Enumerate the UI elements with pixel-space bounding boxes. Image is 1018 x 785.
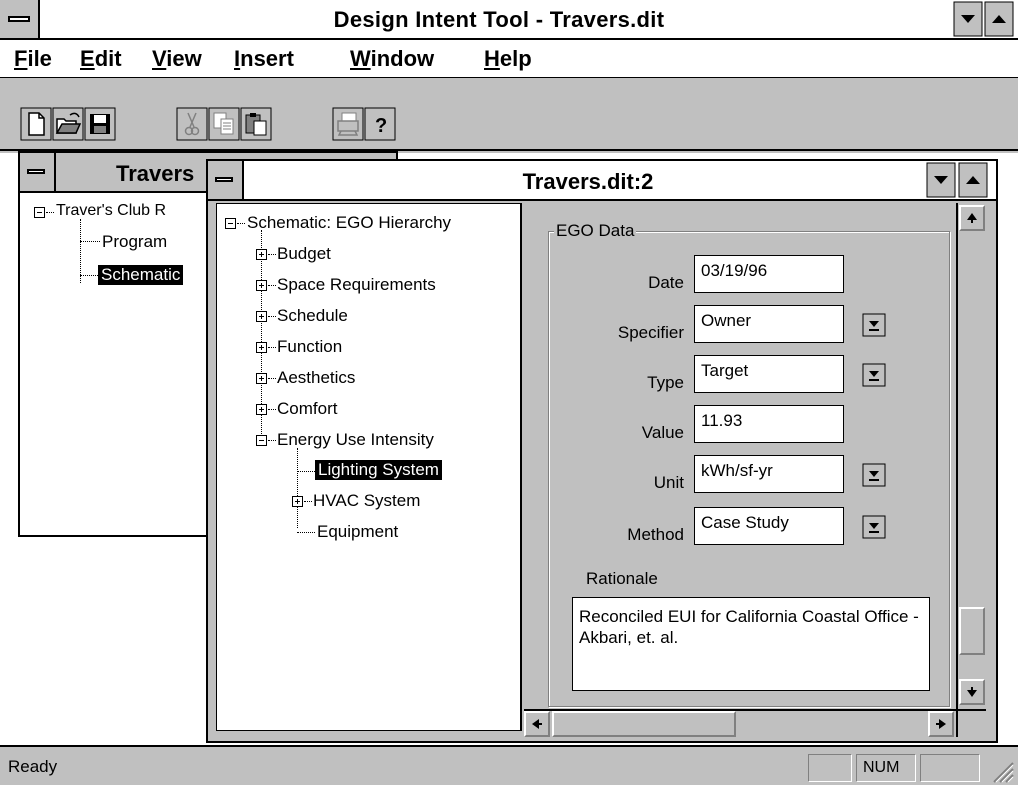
expand-icon[interactable] xyxy=(256,249,267,260)
scroll-up-icon[interactable] xyxy=(959,205,985,231)
tree-item-lighting-system-selected[interactable]: Lighting System xyxy=(315,460,442,480)
scroll-down-icon[interactable] xyxy=(959,679,985,705)
size-grip-icon[interactable] xyxy=(986,755,1014,783)
ego-hierarchy-window[interactable]: Travers.dit:2 Schematic: EGO Hierarchy B… xyxy=(206,159,998,743)
menu-window[interactable]: Window xyxy=(350,46,434,72)
specifier-dropdown-icon[interactable] xyxy=(862,313,886,337)
menu-view[interactable]: View xyxy=(152,46,202,72)
menu-file[interactable]: File xyxy=(14,46,52,72)
print-icon[interactable] xyxy=(332,107,364,141)
vertical-scroll-thumb[interactable] xyxy=(959,607,985,655)
scroll-indicator xyxy=(920,754,980,782)
method-field[interactable]: Case Study xyxy=(694,507,844,545)
specifier-field[interactable]: Owner xyxy=(694,305,844,343)
cut-scissors-icon[interactable] xyxy=(176,107,208,141)
type-dropdown-icon[interactable] xyxy=(862,363,886,387)
expand-icon[interactable] xyxy=(256,311,267,322)
new-file-icon[interactable] xyxy=(20,107,52,141)
type-label: Type xyxy=(647,373,684,392)
type-field[interactable]: Target xyxy=(694,355,844,393)
rationale-label: Rationale xyxy=(586,569,658,588)
ego-window-maximize-icon[interactable] xyxy=(958,162,988,198)
method-dropdown-icon[interactable] xyxy=(862,515,886,539)
collapse-icon[interactable] xyxy=(256,435,267,446)
toolbar: ? xyxy=(0,79,1018,151)
minimize-icon[interactable] xyxy=(953,1,983,37)
open-folder-icon[interactable] xyxy=(52,107,84,141)
tree-item-energy-use-intensity[interactable]: Energy Use Intensity xyxy=(277,430,434,450)
expand-icon[interactable] xyxy=(292,496,303,507)
date-field[interactable]: 03/19/96 xyxy=(694,255,844,293)
value-field[interactable]: 11.93 xyxy=(694,405,844,443)
ego-data-group-label: EGO Data xyxy=(554,221,637,241)
tree-root-project[interactable]: Traver's Club R xyxy=(56,202,166,220)
tree-item-budget[interactable]: Budget xyxy=(277,244,331,264)
data-pane-horizontal-scrollbar[interactable] xyxy=(524,709,956,737)
unit-dropdown-icon[interactable] xyxy=(862,463,886,487)
rationale-textarea[interactable]: Reconciled EUI for California Coastal Of… xyxy=(572,597,930,691)
tree-item-schedule[interactable]: Schedule xyxy=(277,306,348,326)
value-label: Value xyxy=(641,423,684,442)
svg-text:?: ? xyxy=(375,115,387,137)
menu-edit[interactable]: Edit xyxy=(80,46,122,72)
ego-window-system-menu-icon[interactable] xyxy=(208,161,244,199)
menu-help[interactable]: Help xyxy=(484,46,532,72)
expand-icon[interactable] xyxy=(256,342,267,353)
save-disk-icon[interactable] xyxy=(84,107,116,141)
ego-window-title: Travers.dit:2 xyxy=(522,169,654,194)
date-label: Date xyxy=(648,273,684,292)
ego-data-pane: EGO Data Date 03/19/96 Specifier Owner T… xyxy=(524,203,956,709)
scroll-left-icon[interactable] xyxy=(524,711,550,737)
ego-window-minimize-icon[interactable] xyxy=(926,162,956,198)
caps-indicator xyxy=(808,754,852,782)
specifier-label: Specifier xyxy=(617,323,684,342)
ego-tree-pane[interactable]: Schematic: EGO Hierarchy Budget Space Re… xyxy=(216,203,522,731)
horizontal-scroll-thumb[interactable] xyxy=(552,711,736,737)
project-window-title: Travers xyxy=(116,161,195,186)
tree-item-aesthetics[interactable]: Aesthetics xyxy=(277,368,355,388)
help-question-icon[interactable]: ? xyxy=(364,107,396,141)
expand-icon[interactable] xyxy=(256,404,267,415)
unit-label: Unit xyxy=(653,473,684,492)
tree-item-space-requirements[interactable]: Space Requirements xyxy=(277,275,436,295)
tree-item-equipment[interactable]: Equipment xyxy=(317,522,398,542)
tree-item-comfort[interactable]: Comfort xyxy=(277,399,337,419)
tree-item-program[interactable]: Program xyxy=(102,232,167,252)
menu-bar: File Edit View Insert Window Help xyxy=(0,40,1018,78)
tree-item-function[interactable]: Function xyxy=(277,337,342,357)
expand-icon[interactable] xyxy=(256,280,267,291)
num-indicator: NUM xyxy=(856,754,916,782)
app-title-bar[interactable]: Design Intent Tool - Travers.dit xyxy=(0,0,1018,40)
tree-item-schematic-selected[interactable]: Schematic xyxy=(98,265,184,285)
status-text: Ready xyxy=(8,757,58,776)
collapse-icon[interactable] xyxy=(225,218,236,229)
collapse-icon[interactable] xyxy=(34,207,45,218)
copy-icon[interactable] xyxy=(208,107,240,141)
scrollbar-corner xyxy=(956,709,986,737)
menu-insert[interactable]: Insert xyxy=(234,46,294,72)
app-system-menu-icon[interactable] xyxy=(0,0,40,38)
method-label: Method xyxy=(627,525,684,544)
tree-root-ego-hierarchy[interactable]: Schematic: EGO Hierarchy xyxy=(247,213,451,233)
app-title: Design Intent Tool - Travers.dit xyxy=(333,7,665,32)
status-bar: Ready NUM xyxy=(0,745,1018,785)
maximize-icon[interactable] xyxy=(984,1,1014,37)
scroll-right-icon[interactable] xyxy=(928,711,954,737)
tree-item-hvac-system[interactable]: HVAC System xyxy=(313,491,420,511)
expand-icon[interactable] xyxy=(256,373,267,384)
unit-field[interactable]: kWh/sf-yr xyxy=(694,455,844,493)
paste-icon[interactable] xyxy=(240,107,272,141)
data-pane-vertical-scrollbar[interactable] xyxy=(956,203,986,709)
project-window-system-menu-icon[interactable] xyxy=(20,153,56,191)
ego-window-titlebar[interactable]: Travers.dit:2 xyxy=(208,161,996,201)
